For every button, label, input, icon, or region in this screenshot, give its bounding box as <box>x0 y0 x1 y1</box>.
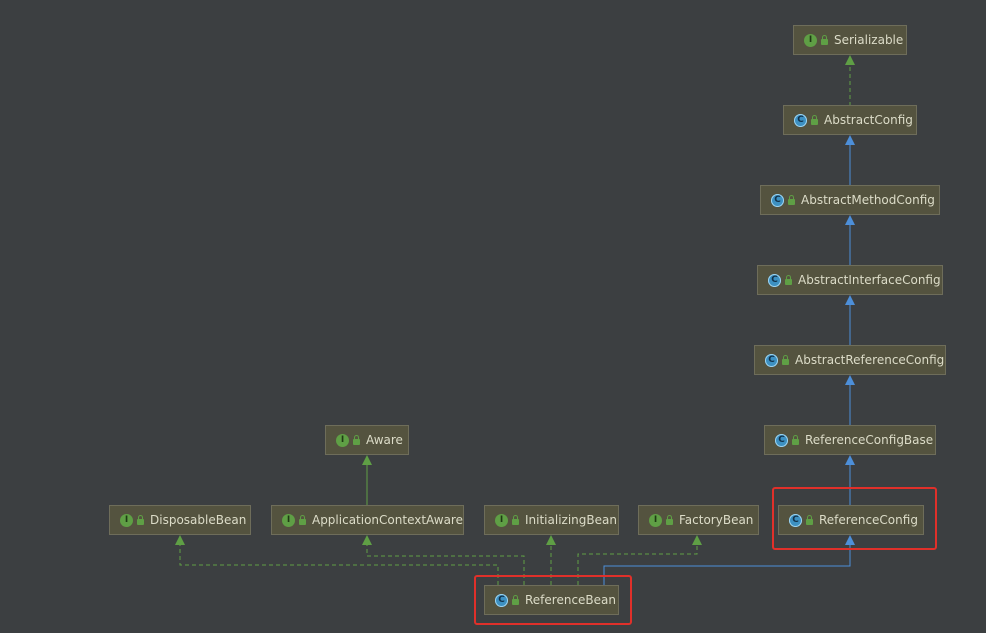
node-serializable[interactable]: I Serializable <box>793 25 907 55</box>
node-label: ReferenceConfigBase <box>805 433 934 447</box>
lock-icon <box>512 515 519 525</box>
node-label: InitializingBean <box>525 513 617 527</box>
lock-icon <box>353 435 360 445</box>
node-label: AbstractInterfaceConfig <box>798 273 941 287</box>
node-disposable-bean[interactable]: I DisposableBean <box>109 505 251 535</box>
node-label: AbstractConfig <box>824 113 913 127</box>
node-label: DisposableBean <box>150 513 247 527</box>
lock-icon <box>792 435 799 445</box>
node-abstract-config[interactable]: C AbstractConfig <box>783 105 917 135</box>
lock-icon <box>811 115 818 125</box>
node-reference-config-base[interactable]: C ReferenceConfigBase <box>764 425 936 455</box>
lock-icon <box>782 355 789 365</box>
node-abstract-reference-config[interactable]: C AbstractReferenceConfig <box>754 345 946 375</box>
node-aware[interactable]: I Aware <box>325 425 409 455</box>
interface-badge-icon: I <box>804 33 817 47</box>
lock-icon <box>821 35 828 45</box>
interface-badge-icon: I <box>120 513 133 527</box>
lock-icon <box>785 275 792 285</box>
node-abstract-method-config[interactable]: C AbstractMethodConfig <box>760 185 940 215</box>
interface-badge-icon: I <box>649 513 662 527</box>
class-badge-icon: C <box>794 113 807 127</box>
node-label: AbstractReferenceConfig <box>795 353 945 367</box>
class-badge-icon: C <box>771 193 784 207</box>
class-badge-icon: C <box>765 353 778 367</box>
node-application-context-aware[interactable]: I ApplicationContextAware <box>271 505 464 535</box>
node-abstract-interface-config[interactable]: C AbstractInterfaceConfig <box>757 265 943 295</box>
highlight-reference-config <box>772 487 937 550</box>
lock-icon <box>788 195 795 205</box>
class-badge-icon: C <box>768 273 781 287</box>
lock-icon <box>666 515 673 525</box>
edge-referencebean-disposablebean <box>175 535 499 585</box>
node-label: ApplicationContextAware <box>311 513 463 527</box>
lock-icon <box>298 515 306 525</box>
lock-icon <box>137 515 144 525</box>
node-label: Serializable <box>834 33 904 47</box>
class-badge-icon: C <box>775 433 788 447</box>
node-label: FactoryBean <box>679 513 754 527</box>
node-label: AbstractMethodConfig <box>801 193 935 207</box>
highlight-reference-bean <box>474 575 632 625</box>
node-factory-bean[interactable]: I FactoryBean <box>638 505 759 535</box>
node-initializing-bean[interactable]: I InitializingBean <box>484 505 619 535</box>
interface-badge-icon: I <box>495 513 508 527</box>
interface-badge-icon: I <box>282 513 295 527</box>
interface-badge-icon: I <box>336 433 349 447</box>
node-label: Aware <box>366 433 403 447</box>
